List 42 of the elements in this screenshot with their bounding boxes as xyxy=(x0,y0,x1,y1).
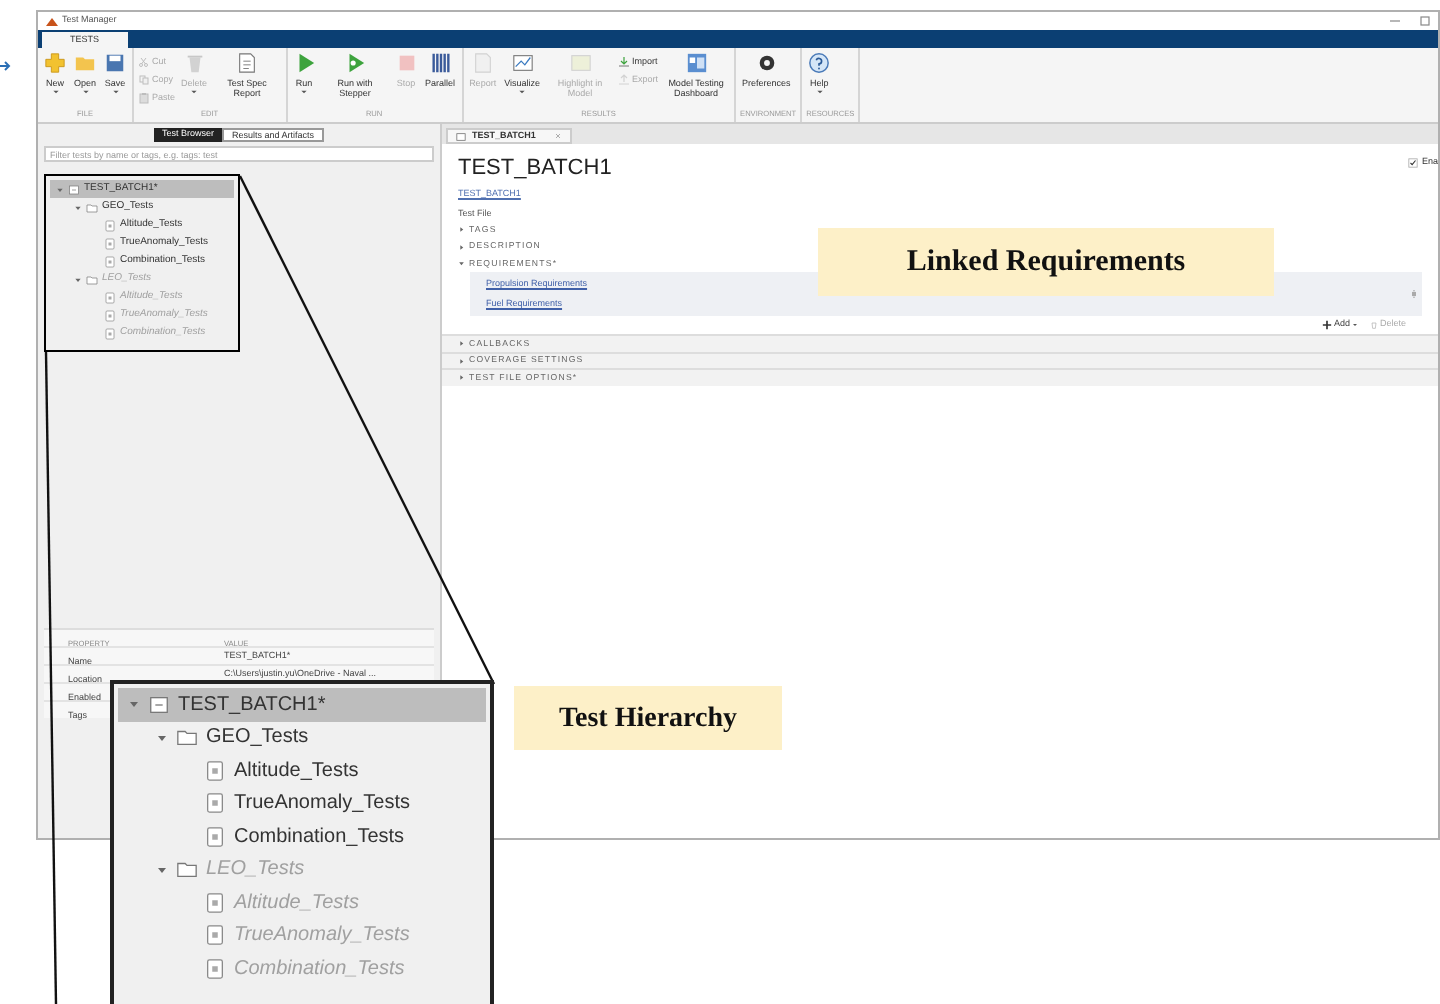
test-case-icon xyxy=(204,792,226,815)
document-title: TEST_BATCH1 xyxy=(458,156,614,182)
tree-row[interactable]: GEO_Tests xyxy=(118,721,486,754)
trash-icon xyxy=(183,52,206,74)
caret-icon[interactable] xyxy=(156,731,168,744)
close-icon[interactable] xyxy=(553,132,562,140)
maximize-icon[interactable] xyxy=(1420,16,1430,26)
file-icon xyxy=(68,183,80,195)
tree-row[interactable]: Altitude_Tests xyxy=(118,754,486,787)
trash-icon xyxy=(1369,320,1378,330)
caret-icon[interactable] xyxy=(128,698,140,711)
tree-row[interactable]: TEST_BATCH1* xyxy=(118,688,486,721)
file-icon xyxy=(456,131,466,141)
folder-icon xyxy=(176,726,198,749)
file-icon xyxy=(148,693,170,716)
caret-icon[interactable] xyxy=(56,185,64,193)
document-icon xyxy=(471,52,494,74)
callout-label: Test Hierarchy xyxy=(514,686,782,750)
test-case-icon xyxy=(204,825,226,848)
export-icon xyxy=(618,74,631,86)
copy-icon xyxy=(138,74,151,86)
bars-icon xyxy=(429,52,452,74)
test-case-icon xyxy=(204,924,226,947)
folder-icon xyxy=(74,52,96,74)
test-case-icon xyxy=(204,891,226,914)
help-icon xyxy=(808,52,831,74)
arrow-icon xyxy=(0,60,12,72)
plus-icon xyxy=(1321,320,1332,330)
callout-label: Linked Requirements xyxy=(818,228,1274,296)
import-icon xyxy=(618,56,631,68)
folder-icon xyxy=(86,273,98,285)
scissors-icon xyxy=(138,56,151,68)
folder-icon xyxy=(176,858,198,881)
stop-icon xyxy=(395,52,418,74)
tree-row[interactable]: TrueAnomaly_Tests xyxy=(118,787,486,820)
tree-row[interactable]: Combination_Tests xyxy=(118,820,486,853)
clipboard-icon xyxy=(138,92,151,104)
caret-icon[interactable] xyxy=(458,260,465,267)
plus-icon xyxy=(44,52,66,74)
test-case-icon xyxy=(204,957,226,980)
caret-icon[interactable] xyxy=(74,203,82,211)
test-case-icon xyxy=(204,759,226,782)
